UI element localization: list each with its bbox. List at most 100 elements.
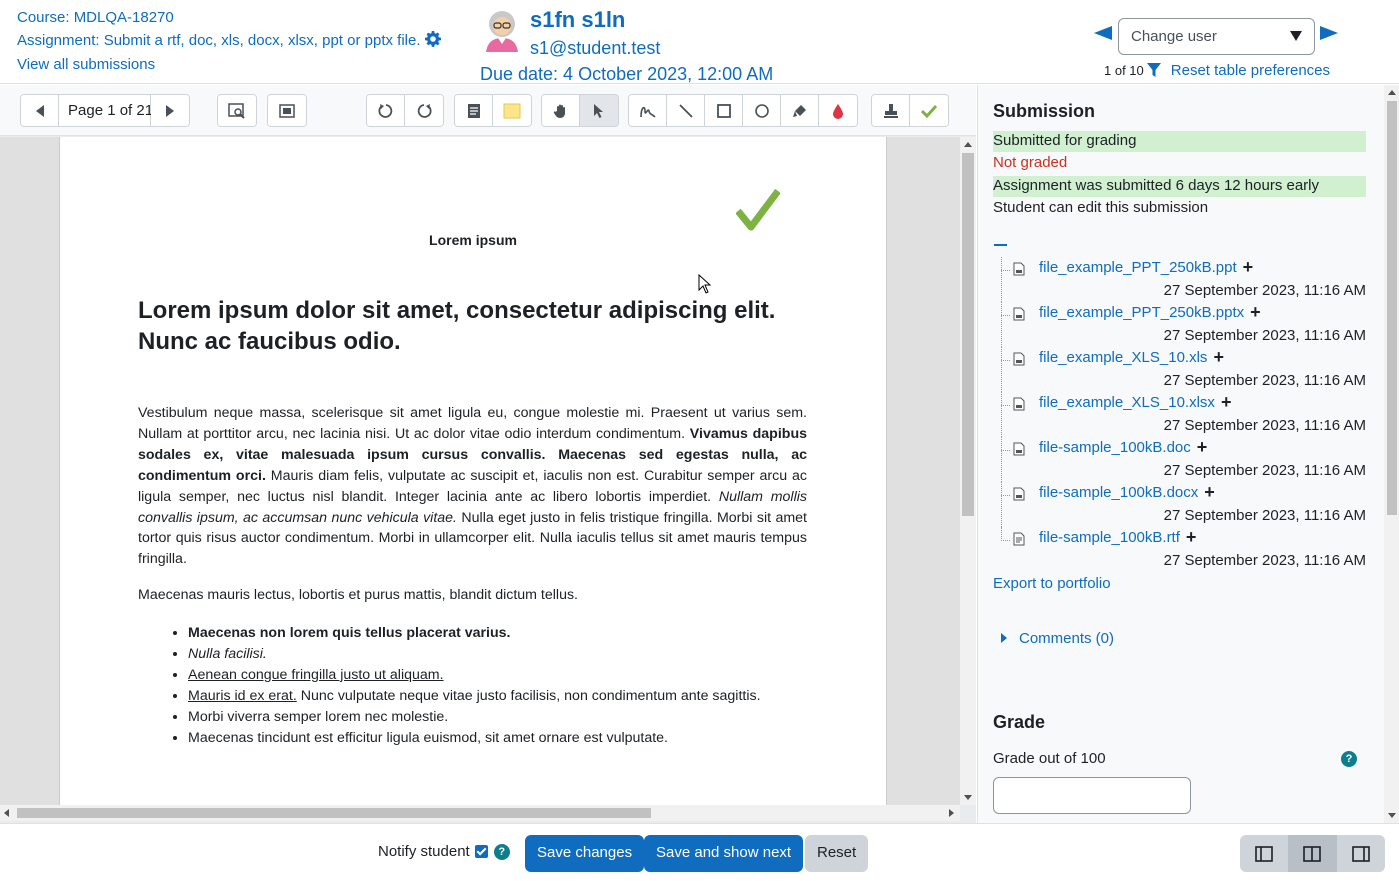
- change-user-select[interactable]: Change user: [1118, 18, 1315, 55]
- select-pointer-icon[interactable]: [580, 95, 618, 126]
- pen-icon[interactable]: [629, 95, 667, 126]
- document-list: Maecenas non lorem quis tellus placerat …: [188, 623, 828, 748]
- scroll-left-icon[interactable]: [4, 809, 9, 817]
- expand-icon[interactable]: [268, 95, 306, 126]
- oval-icon[interactable]: [743, 95, 781, 126]
- export-to-portfolio-link[interactable]: Export to portfolio: [993, 575, 1111, 592]
- notify-student-checkbox[interactable]: [474, 845, 488, 858]
- stamp-check-icon[interactable]: [910, 95, 948, 126]
- highlight-icon[interactable]: [781, 95, 819, 126]
- help-icon[interactable]: ?: [1341, 751, 1357, 767]
- save-and-show-next-button[interactable]: Save and show next: [644, 835, 804, 872]
- file-link[interactable]: file_example_XLS_10.xls: [1039, 349, 1207, 366]
- previous-page-button[interactable]: [21, 95, 59, 126]
- status-badge: Submitted for grading: [993, 131, 1366, 152]
- search-comments-icon[interactable]: [218, 95, 256, 126]
- line-icon[interactable]: [667, 95, 705, 126]
- tree-line: [1001, 482, 1002, 527]
- grade-input[interactable]: [993, 777, 1191, 814]
- document-vertical-scrollbar[interactable]: [960, 137, 976, 805]
- scrollbar-thumb[interactable]: [1387, 101, 1397, 515]
- comments-toggle[interactable]: Comments (0): [1001, 630, 1114, 647]
- list-item-text: Nulla facilisi.: [188, 645, 267, 662]
- list-item: Mauris id ex erat. Nunc vulputate neque …: [188, 686, 828, 707]
- rotate-group: [366, 94, 444, 127]
- next-page-button[interactable]: [151, 95, 189, 126]
- user-count: 1 of 10: [1104, 63, 1144, 78]
- collapse-icon[interactable]: [994, 244, 1007, 246]
- plus-icon[interactable]: +: [1221, 393, 1232, 411]
- scrollbar-thumb[interactable]: [17, 808, 651, 818]
- assignment-link[interactable]: Assignment: Submit a rtf, doc, xls, docx…: [17, 32, 421, 49]
- list-item-text: Mauris id ex erat.: [188, 687, 297, 704]
- comment-search-icon[interactable]: [455, 95, 493, 126]
- filter-icon[interactable]: [1146, 63, 1161, 80]
- tree-line: [1001, 540, 1010, 541]
- document-header: Lorem ipsum: [429, 232, 517, 248]
- check-stamp-icon[interactable]: [735, 188, 781, 236]
- pan-hand-icon[interactable]: [542, 95, 580, 126]
- next-user-icon[interactable]: [1320, 26, 1338, 40]
- page-select[interactable]: Page 1 of 21: [59, 95, 153, 126]
- plus-icon[interactable]: +: [1197, 438, 1208, 456]
- comment-color-icon[interactable]: [493, 95, 531, 126]
- view-all-submissions-link[interactable]: View all submissions: [17, 56, 155, 73]
- panel-vertical-scrollbar[interactable]: [1384, 85, 1399, 823]
- plus-icon[interactable]: +: [1243, 258, 1254, 276]
- notify-student: Notify student ?: [378, 843, 510, 860]
- page-navigation: Page 1 of 21: [20, 94, 190, 127]
- rotate-left-icon[interactable]: [367, 95, 405, 126]
- comments-link[interactable]: Comments (0): [1019, 630, 1114, 647]
- file-date: 27 September 2023, 11:16 AM: [1163, 327, 1366, 344]
- grade-heading: Grade: [993, 712, 1046, 732]
- file-link[interactable]: file-sample_100kB.rtf: [1039, 529, 1180, 546]
- stamp-icon[interactable]: [872, 95, 910, 126]
- file-item: file_example_PPT_250kB.pptx + 27 Septembe…: [1001, 302, 1366, 347]
- plus-icon[interactable]: +: [1213, 348, 1224, 366]
- scroll-down-icon[interactable]: [964, 795, 972, 800]
- pdf-page[interactable]: Lorem ipsum Lorem ipsum dolor sit amet, …: [59, 137, 887, 805]
- reset-button[interactable]: Reset: [805, 835, 869, 872]
- tree-line: [1001, 437, 1002, 482]
- plus-icon[interactable]: +: [1186, 528, 1197, 546]
- file-icon: [1013, 487, 1025, 506]
- file-link[interactable]: file_example_PPT_250kB.pptx: [1039, 304, 1244, 321]
- chevron-down-icon: [1290, 31, 1302, 41]
- file-link[interactable]: file_example_PPT_250kB.ppt: [1039, 259, 1237, 276]
- file-link[interactable]: file-sample_100kB.docx: [1039, 484, 1198, 501]
- submission-heading: Submission: [993, 101, 1096, 121]
- change-user-placeholder: Change user: [1131, 28, 1217, 45]
- stamp-group: [871, 94, 949, 127]
- scroll-down-icon[interactable]: [1388, 813, 1396, 818]
- rectangle-icon[interactable]: [705, 95, 743, 126]
- reset-table-preferences-link[interactable]: Reset table preferences: [1171, 62, 1330, 79]
- document-horizontal-scrollbar[interactable]: [0, 805, 960, 821]
- course-link[interactable]: Course: MDLQA-18270: [17, 9, 174, 26]
- scroll-right-icon[interactable]: [949, 809, 954, 817]
- avatar[interactable]: [482, 8, 522, 52]
- file-item: file-sample_100kB.doc + 27 September 2023…: [1001, 437, 1366, 482]
- collapse-grade-panel-icon[interactable]: [1240, 835, 1288, 872]
- gear-icon[interactable]: [424, 30, 441, 55]
- annotation-color-icon[interactable]: [819, 95, 857, 126]
- file-icon: [1013, 442, 1025, 461]
- scroll-up-icon[interactable]: [964, 142, 972, 147]
- file-link[interactable]: file_example_XLS_10.xlsx: [1039, 394, 1215, 411]
- plus-icon[interactable]: +: [1250, 303, 1261, 321]
- document-viewer[interactable]: Lorem ipsum Lorem ipsum dolor sit amet, …: [0, 137, 960, 805]
- rotate-right-icon[interactable]: [405, 95, 443, 126]
- document-paragraph: Vestibulum neque massa, scelerisque sit …: [138, 403, 807, 570]
- file-item: file_example_PPT_250kB.ppt + 27 September…: [1001, 257, 1366, 302]
- layout-switcher: [1240, 835, 1385, 872]
- plus-icon[interactable]: +: [1204, 483, 1215, 501]
- default-layout-icon[interactable]: [1288, 835, 1337, 872]
- file-link[interactable]: file-sample_100kB.doc: [1039, 439, 1191, 456]
- save-changes-button[interactable]: Save changes: [525, 835, 645, 872]
- previous-user-icon[interactable]: [1094, 26, 1112, 40]
- user-name[interactable]: s1fn s1ln: [530, 7, 625, 33]
- scroll-up-icon[interactable]: [1388, 90, 1396, 95]
- help-icon[interactable]: ?: [493, 843, 510, 860]
- scrollbar-thumb[interactable]: [962, 153, 974, 516]
- user-email[interactable]: s1@student.test: [530, 38, 660, 59]
- collapse-review-panel-icon[interactable]: [1337, 835, 1385, 872]
